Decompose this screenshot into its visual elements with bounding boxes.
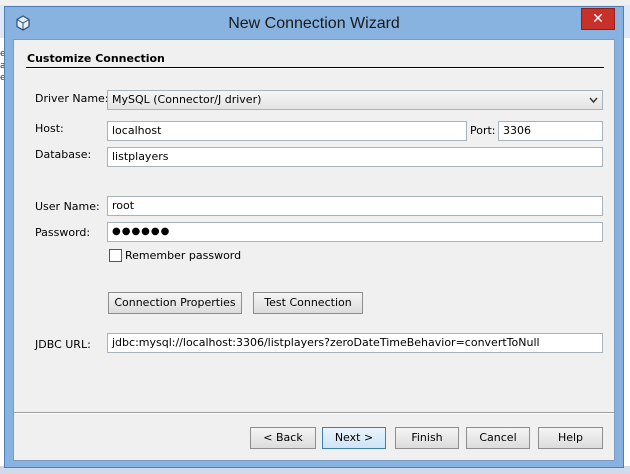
driver-name-label: Driver Name: (35, 92, 109, 105)
background-window-strip (0, 0, 630, 5)
wizard-panel: Customize Connection Driver Name: MySQL … (13, 39, 615, 461)
jdbc-url-label: JDBC URL: (35, 338, 91, 351)
port-label: Port: (470, 124, 496, 137)
back-button[interactable]: < Back (250, 427, 316, 449)
help-button[interactable]: Help (538, 427, 603, 449)
remember-password-label[interactable]: Remember password (125, 249, 241, 262)
jdbc-url-input[interactable]: jdbc:mysql://localhost:3306/listplayers?… (107, 333, 603, 353)
host-input[interactable]: localhost (107, 121, 467, 141)
cancel-button[interactable]: Cancel (466, 427, 530, 449)
finish-button[interactable]: Finish (395, 427, 459, 449)
username-label: User Name: (35, 200, 100, 213)
port-input[interactable]: 3306 (498, 121, 603, 141)
test-connection-button[interactable]: Test Connection (253, 292, 363, 314)
remember-password-checkbox[interactable] (109, 249, 122, 262)
username-input[interactable]: root (107, 196, 603, 216)
window-title: New Connection Wizard (228, 15, 400, 32)
next-button[interactable]: Next > (322, 427, 386, 449)
close-icon: ✕ (592, 11, 604, 27)
database-label: Database: (35, 148, 92, 161)
close-button[interactable]: ✕ (581, 8, 615, 30)
database-input[interactable]: listplayers (107, 147, 603, 167)
footer-divider (14, 412, 614, 414)
section-divider (26, 67, 604, 69)
driver-name-select[interactable]: MySQL (Connector/J driver) (107, 90, 603, 110)
host-label: Host: (35, 122, 64, 135)
driver-name-value: MySQL (Connector/J driver) (112, 93, 262, 106)
connection-properties-button[interactable]: Connection Properties (108, 292, 242, 314)
chevron-down-icon (589, 92, 598, 115)
section-title: Customize Connection (27, 52, 165, 65)
new-connection-wizard-window: New Connection Wizard ✕ Customize Connec… (4, 6, 624, 468)
password-label: Password: (35, 226, 91, 239)
password-input[interactable]: ●●●●●● (107, 222, 603, 242)
title-bar[interactable]: New Connection Wizard ✕ (5, 7, 623, 39)
